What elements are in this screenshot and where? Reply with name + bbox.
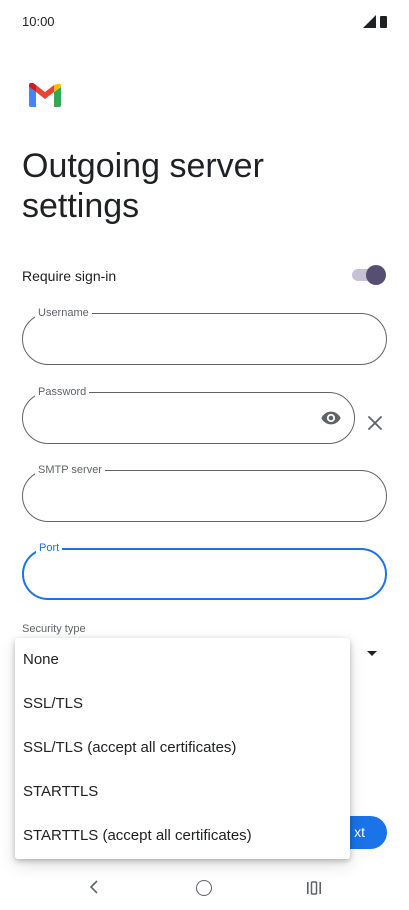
username-field[interactable]: Username: [22, 306, 387, 365]
battery-icon: [380, 16, 387, 28]
navigation-bar: [0, 866, 409, 910]
username-label: Username: [35, 306, 92, 320]
dropdown-option-ssl-tls[interactable]: SSL/TLS: [15, 682, 350, 726]
password-field[interactable]: Password: [22, 385, 355, 444]
smtp-server-field[interactable]: SMTP server: [22, 463, 387, 522]
toggle-thumb: [366, 265, 386, 285]
smtp-server-label: SMTP server: [35, 463, 105, 477]
dropdown-option-starttls-accept-all[interactable]: STARTTLS (accept all certificates): [15, 814, 350, 858]
dropdown-option-starttls[interactable]: STARTTLS: [15, 770, 350, 814]
dropdown-arrow-icon[interactable]: [367, 651, 377, 656]
back-icon[interactable]: [88, 880, 100, 894]
password-label: Password: [35, 385, 90, 399]
home-icon[interactable]: [196, 880, 212, 896]
recents-icon[interactable]: [306, 881, 322, 895]
eye-icon[interactable]: [320, 407, 342, 429]
require-signin-row[interactable]: Require sign-in: [22, 262, 387, 290]
status-bar: 10:00: [0, 0, 409, 44]
signal-icon: [363, 15, 376, 28]
dropdown-option-none[interactable]: None: [15, 638, 350, 682]
require-signin-toggle[interactable]: [352, 265, 386, 285]
signal-battery-icons: [363, 15, 387, 28]
port-field[interactable]: Port: [22, 541, 387, 600]
close-icon[interactable]: [366, 414, 384, 432]
security-type-dropdown: None SSL/TLS SSL/TLS (accept all certifi…: [15, 638, 350, 859]
status-time: 10:00: [22, 14, 55, 29]
port-label: Port: [36, 541, 63, 555]
gmail-logo: [29, 83, 61, 107]
dropdown-option-ssl-tls-accept-all[interactable]: SSL/TLS (accept all certificates): [15, 726, 350, 770]
require-signin-label: Require sign-in: [22, 268, 117, 284]
security-type-label: Security type: [22, 623, 86, 635]
page-title: Outgoing server settings: [22, 147, 264, 225]
